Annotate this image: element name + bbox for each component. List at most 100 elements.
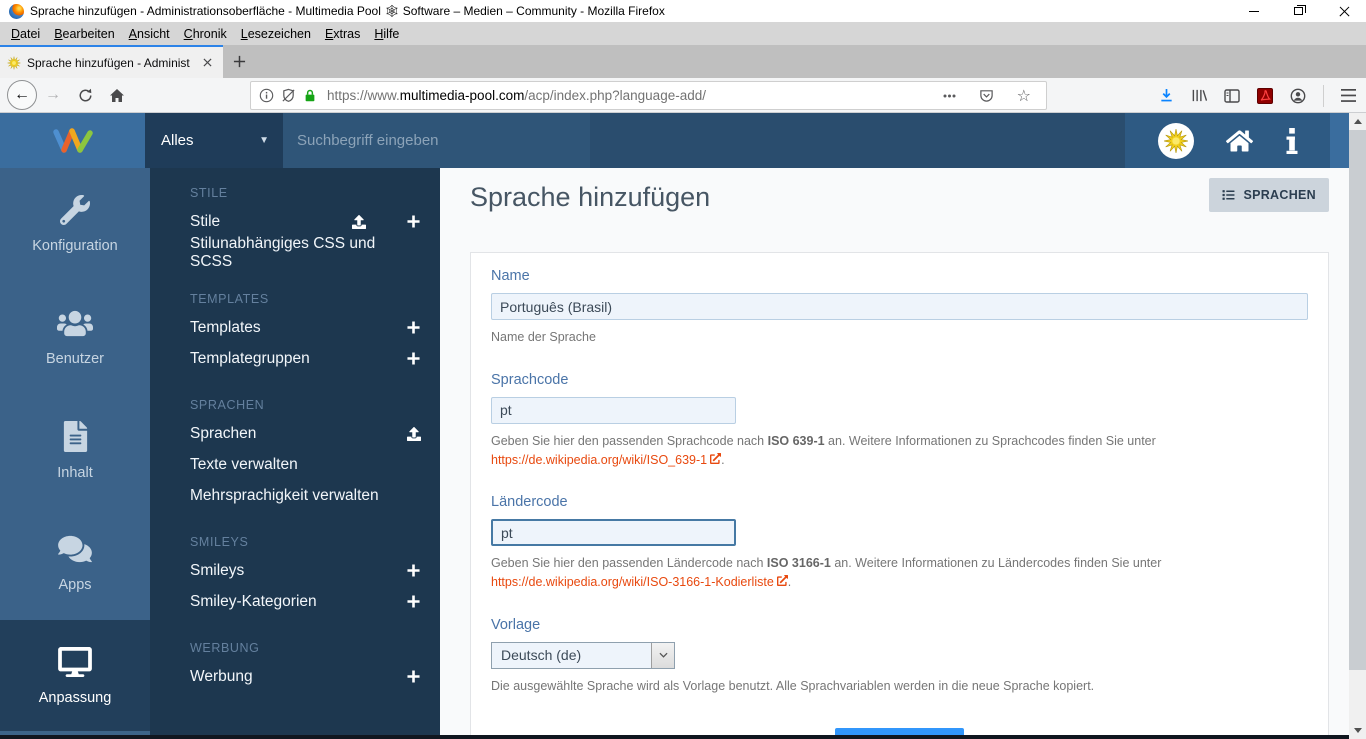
acp-info-button[interactable]	[1286, 128, 1298, 154]
menu-item-smileys[interactable]: Smileys	[150, 555, 440, 586]
reload-icon	[78, 88, 93, 103]
menu-hilfe[interactable]: Hilfe	[367, 24, 406, 44]
menu-section-header: STILE	[150, 186, 440, 206]
iso-standard: ISO 3166-1	[767, 556, 831, 570]
sidebar-item-label: Anpassung	[39, 690, 112, 706]
wikipedia-link[interactable]: https://de.wikipedia.org/wiki/ISO_639-1	[491, 453, 707, 467]
iso-standard: ISO 639-1	[768, 434, 825, 448]
account-button[interactable]	[1290, 88, 1306, 104]
bookmark-star-icon[interactable]: ☆	[1017, 86, 1031, 106]
info-icon	[1286, 128, 1298, 154]
menu-item-label: Texte verwalten	[190, 456, 298, 474]
search-scope-value: Alles	[161, 132, 194, 149]
tab-close-icon[interactable]	[199, 54, 216, 71]
home-button[interactable]	[103, 81, 131, 109]
main-menu-button[interactable]	[1341, 89, 1356, 102]
tracking-protection-disabled-icon[interactable]	[281, 88, 296, 103]
sprachen-list-button[interactable]: SPRACHEN	[1209, 178, 1329, 212]
menu-item-templategruppen[interactable]: Templategruppen	[150, 343, 440, 374]
back-button[interactable]: ←	[7, 80, 37, 110]
menu-chronik[interactable]: Chronik	[177, 24, 234, 44]
woltlab-logo[interactable]	[0, 113, 145, 168]
add-icon[interactable]	[406, 595, 421, 608]
menu-item-stilunabhaengiges-css[interactable]: Stilunabhängiges CSS und SCSS	[150, 237, 440, 268]
menu-datei[interactable]: Datei	[4, 24, 47, 44]
upload-icon[interactable]	[406, 427, 421, 441]
scrollbar-thumb[interactable]	[1349, 130, 1366, 670]
menu-item-smiley-kategorien[interactable]: Smiley-Kategorien	[150, 586, 440, 617]
page-info-icon[interactable]	[259, 88, 274, 103]
vorlage-select[interactable]: Deutsch (de)	[491, 642, 675, 669]
sidebars-button[interactable]	[1224, 89, 1240, 103]
minimize-button[interactable]	[1231, 0, 1276, 22]
new-tab-button[interactable]	[223, 45, 255, 78]
menu-item-texte-verwalten[interactable]: Texte verwalten	[150, 449, 440, 480]
menu-item-sprachen[interactable]: Sprachen	[150, 418, 440, 449]
page-scrollbar[interactable]	[1349, 113, 1366, 739]
wikipedia-link[interactable]: https://de.wikipedia.org/wiki/ISO-3166-1…	[491, 575, 774, 589]
acp-secondary-menu: STILE Stile Stilunabhängiges CSS und SCS…	[150, 168, 440, 739]
menu-item-label: Stile	[190, 213, 220, 231]
menu-item-mehrsprachigkeit-verwalten[interactable]: Mehrsprachigkeit verwalten	[150, 480, 440, 511]
name-input[interactable]	[491, 293, 1308, 320]
sidebar-item-apps[interactable]: Apps	[0, 507, 150, 620]
menu-section-header: WERBUNG	[150, 641, 440, 661]
reload-button[interactable]	[71, 81, 99, 109]
menu-item-templates[interactable]: Templates	[150, 312, 440, 343]
add-icon[interactable]	[406, 352, 421, 365]
close-button[interactable]	[1321, 0, 1366, 22]
secure-lock-icon[interactable]	[303, 88, 317, 103]
chevron-down-icon: ▼	[259, 135, 269, 146]
scroll-down-arrow[interactable]	[1349, 722, 1366, 739]
site-frontend-button[interactable]	[1158, 123, 1194, 159]
url-bar[interactable]: https://www.multimedia-pool.com/acp/inde…	[250, 81, 1047, 110]
window-titlebar: Sprache hinzufügen - Administrationsober…	[0, 0, 1366, 22]
sprachcode-input[interactable]	[491, 397, 736, 424]
menu-item-stile[interactable]: Stile	[150, 206, 440, 237]
upload-icon[interactable]	[351, 215, 366, 229]
minimize-icon	[1249, 11, 1259, 12]
adobe-acrobat-extension-button[interactable]	[1257, 88, 1273, 104]
menu-item-label: Smileys	[190, 562, 244, 580]
sidebar-item-anpassung[interactable]: Anpassung	[0, 620, 150, 733]
menu-item-werbung[interactable]: Werbung	[150, 661, 440, 692]
menu-section-header: TEMPLATES	[150, 292, 440, 312]
add-icon[interactable]	[406, 670, 421, 683]
help-text: an. Weitere Informationen zu Sprachcodes…	[825, 434, 1156, 448]
sidebar-item-inhalt[interactable]: Inhalt	[0, 394, 150, 507]
w-logo-icon	[50, 125, 96, 157]
tab-sprache-hinzufuegen[interactable]: Sprache hinzufügen - Administ	[0, 45, 223, 78]
acp-search-input[interactable]	[283, 113, 590, 168]
select-dropdown-button[interactable]	[651, 643, 674, 668]
forward-button[interactable]: →	[39, 81, 67, 109]
sidebar-item-benutzer[interactable]: Benutzer	[0, 281, 150, 394]
menu-bearbeiten[interactable]: Bearbeiten	[47, 24, 121, 44]
laendercode-help: Geben Sie hier den passenden Ländercode …	[491, 554, 1308, 592]
help-text: Geben Sie hier den passenden Sprachcode …	[491, 434, 768, 448]
menu-ansicht[interactable]: Ansicht	[122, 24, 177, 44]
downloads-button[interactable]	[1159, 88, 1174, 103]
sidebar-item-label: Benutzer	[46, 351, 104, 367]
page-actions-icon[interactable]	[943, 94, 956, 98]
add-icon[interactable]	[406, 321, 421, 334]
acp-home-button[interactable]	[1226, 129, 1253, 153]
url-text[interactable]: https://www.multimedia-pool.com/acp/inde…	[327, 88, 935, 103]
language-form: Name Name der Sprache Sprachcode Geben S…	[470, 252, 1329, 739]
add-icon[interactable]	[406, 215, 421, 228]
pocket-icon[interactable]	[979, 88, 994, 103]
site-starburst-icon	[1163, 128, 1189, 154]
site-favicon-starburst-icon	[7, 56, 21, 70]
sidebar-toggle-icon	[1224, 89, 1240, 103]
menu-lesezeichen[interactable]: Lesezeichen	[234, 24, 318, 44]
menu-extras[interactable]: Extras	[318, 24, 367, 44]
sidebar-item-konfiguration[interactable]: Konfiguration	[0, 168, 150, 281]
laendercode-input[interactable]	[491, 519, 736, 546]
maximize-button[interactable]	[1276, 0, 1321, 22]
scroll-up-arrow[interactable]	[1349, 113, 1366, 130]
add-icon[interactable]	[406, 564, 421, 577]
page-title: Sprache hinzufügen	[470, 182, 1329, 213]
toolbar-separator	[1323, 85, 1324, 107]
library-button[interactable]	[1191, 88, 1207, 103]
sprachcode-label: Sprachcode	[491, 372, 1308, 388]
search-scope-select[interactable]: Alles ▼	[145, 113, 283, 168]
